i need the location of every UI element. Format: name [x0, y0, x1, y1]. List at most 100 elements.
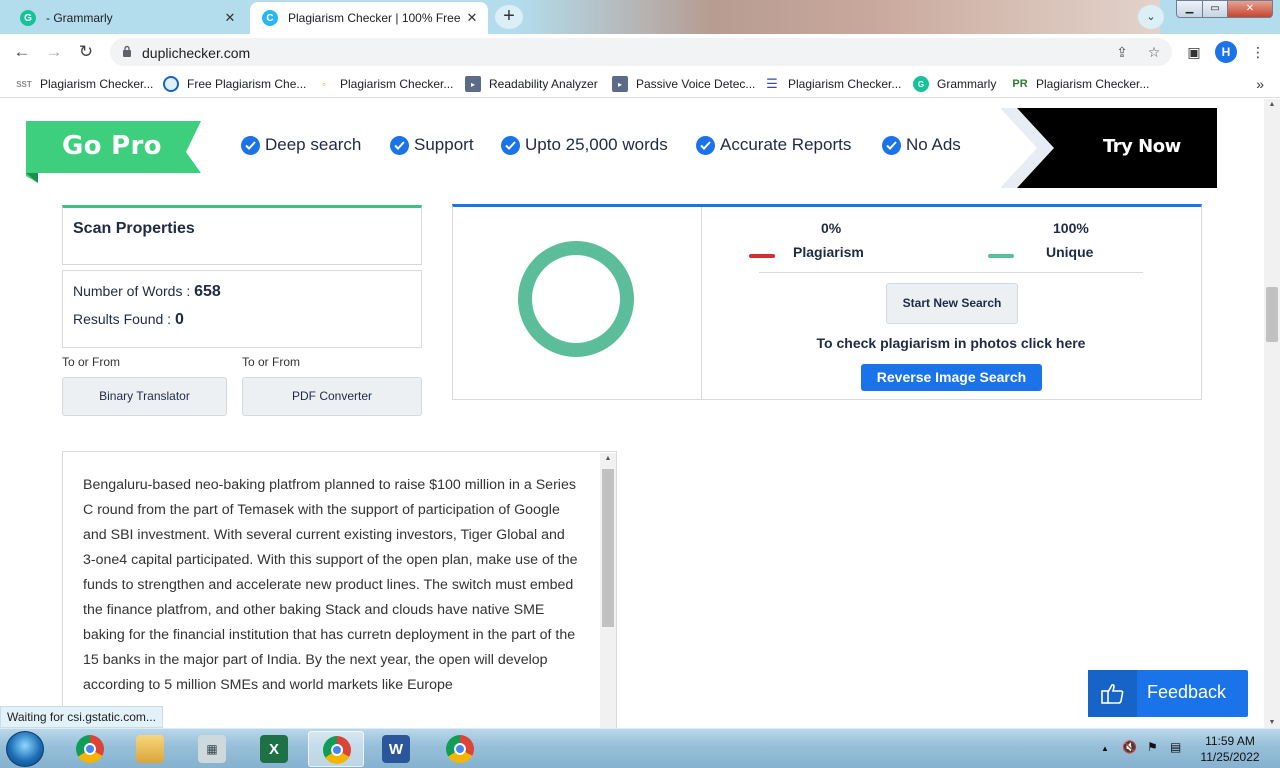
more-bookmarks-icon[interactable]: »: [1256, 76, 1264, 92]
scan-properties-panel: Scan Properties: [62, 205, 422, 265]
try-now-label[interactable]: Try Now: [1103, 136, 1181, 157]
feature-item: Deep search: [241, 135, 361, 155]
back-button[interactable]: ←: [10, 40, 34, 64]
bookmark-item[interactable]: PR Plagiarism Checker...: [1012, 76, 1149, 92]
taskbar-app[interactable]: [432, 731, 488, 767]
feature-label: Deep search: [265, 135, 362, 154]
content-text[interactable]: Bengaluru-based neo-baking platfrom plan…: [83, 473, 581, 698]
photos-hint-text: To check plagiarism in photos click here: [816, 335, 1086, 351]
taskbar-app[interactable]: [308, 731, 364, 767]
gopro-label[interactable]: Go Pro: [62, 131, 162, 161]
scroll-up-arrow[interactable]: ▲: [1264, 101, 1280, 108]
feedback-label: Feedback: [1147, 682, 1227, 702]
bookmark-label: Plagiarism Checker...: [40, 77, 154, 91]
plagiarism-legend-swatch: [749, 254, 775, 258]
clock-date: 11/25/2022: [1200, 750, 1260, 764]
to-or-from-label: To or From: [62, 355, 121, 369]
taskbar-app[interactable]: W: [368, 731, 424, 767]
tab-strip: G - Grammarly ✕ C Plagiarism Checker | 1…: [0, 0, 1280, 34]
menu-icon[interactable]: ⋮: [1246, 40, 1270, 64]
minimize-button[interactable]: ▁: [1176, 0, 1203, 18]
feedback-button[interactable]: Feedback: [1088, 670, 1248, 717]
bookmark-item[interactable]: ☰ Plagiarism Checker...: [764, 76, 901, 92]
clock-time: 11:59 AM: [1205, 734, 1255, 748]
tab-search-button[interactable]: ⌄: [1138, 5, 1164, 29]
action-center-flag-icon[interactable]: ⚑: [1147, 740, 1158, 754]
duplichecker-icon: C: [262, 10, 278, 26]
page-scrollbar[interactable]: ▲ ▼: [1264, 99, 1280, 728]
volume-muted-icon[interactable]: 🔇: [1122, 740, 1137, 754]
feature-item: Upto 25,000 words: [501, 135, 668, 155]
taskbar-app[interactable]: X: [246, 731, 302, 767]
text-scroll-thumb[interactable]: [602, 469, 614, 627]
address-bar[interactable]: duplichecker.com ⇪ ☆: [110, 38, 1172, 66]
pdf-converter-button[interactable]: PDF Converter: [242, 377, 422, 416]
taskbar-app[interactable]: [122, 731, 178, 767]
bookmark-item[interactable]: ▸ Readability Analyzer: [465, 76, 598, 92]
close-window-button[interactable]: ✕: [1227, 0, 1273, 18]
bookmark-item[interactable]: Free Plagiarism Che...: [163, 76, 306, 92]
status-bubble: Waiting for csi.gstatic.com...: [0, 706, 163, 728]
bookmark-label: Plagiarism Checker...: [340, 77, 454, 91]
bookmark-item[interactable]: ▸ Passive Voice Detec...: [612, 76, 755, 92]
side-panel-icon[interactable]: ▣: [1182, 40, 1206, 64]
check-icon: [241, 135, 260, 155]
feature-label: Upto 25,000 words: [525, 135, 668, 154]
scroll-up-arrow[interactable]: ▲: [600, 455, 616, 462]
bookmark-label: Grammarly: [937, 77, 997, 91]
share-icon[interactable]: ⇪: [1112, 42, 1132, 62]
scan-properties-title: Scan Properties: [73, 220, 195, 237]
page-content: Go Pro Deep search Support Upto 25,000 w…: [0, 99, 1264, 728]
check-icon: [390, 135, 409, 155]
close-icon[interactable]: ✕: [222, 10, 238, 26]
unique-percent: 100%: [1053, 220, 1089, 236]
word-count-value: 658: [194, 283, 221, 300]
close-icon[interactable]: ✕: [464, 10, 480, 26]
feature-label: Accurate Reports: [720, 135, 852, 154]
bookmark-star-icon[interactable]: ☆: [1144, 42, 1164, 62]
start-new-search-button[interactable]: Start New Search: [886, 283, 1018, 324]
profile-avatar[interactable]: H: [1215, 41, 1237, 63]
scan-stats: Number of Words : 658 Results Found : 0: [62, 270, 422, 348]
tray-expand-icon[interactable]: ▲: [1101, 744, 1109, 753]
forward-button[interactable]: →: [42, 40, 66, 64]
tab-grammarly[interactable]: G - Grammarly ✕: [8, 2, 246, 34]
system-clock[interactable]: 11:59 AM 11/25/2022: [1198, 733, 1262, 765]
tab-title: - Grammarly: [46, 11, 113, 25]
bookmark-label: Plagiarism Checker...: [1036, 77, 1150, 91]
taskbar-app[interactable]: [62, 731, 118, 767]
unique-legend-label: Unique: [1046, 244, 1094, 260]
feature-item: Support: [390, 135, 474, 155]
reload-button[interactable]: ↻: [74, 40, 98, 64]
bookmark-item[interactable]: ◦ Plagiarism Checker...: [316, 76, 454, 92]
lock-icon: [123, 45, 131, 57]
bookmark-label: Readability Analyzer: [489, 77, 598, 91]
bookmark-item[interactable]: SST Plagiarism Checker...: [16, 76, 153, 92]
text-scrollbar[interactable]: ▲: [600, 453, 616, 728]
donut-unique-ring: [518, 241, 634, 357]
scroll-down-arrow[interactable]: ▼: [1264, 719, 1280, 726]
grammarly-icon: G: [913, 76, 929, 92]
feature-label: No Ads: [906, 135, 961, 154]
maximize-button[interactable]: ▭: [1202, 0, 1228, 18]
content-text-area[interactable]: Bengaluru-based neo-baking platfrom plan…: [62, 451, 617, 728]
passive-voice-icon: ▸: [612, 76, 628, 92]
explorer-icon: [136, 735, 164, 763]
check-icon: [882, 135, 901, 155]
to-or-from-label: To or From: [242, 355, 301, 369]
reverse-image-search-button[interactable]: Reverse Image Search: [861, 364, 1042, 391]
start-button[interactable]: [6, 731, 44, 767]
results-panel: 0% 100% Plagiarism Unique Start New Sear…: [452, 204, 1202, 400]
bookmark-label: Passive Voice Detec...: [636, 77, 756, 91]
tab-duplichecker[interactable]: C Plagiarism Checker | 100% Free a ✕: [250, 2, 488, 34]
binary-translator-button[interactable]: Binary Translator: [62, 377, 227, 416]
pr-icon: PR: [1012, 78, 1028, 90]
bookmark-label: Free Plagiarism Che...: [187, 77, 307, 91]
bookmark-item[interactable]: G Grammarly: [913, 76, 996, 92]
grammarly-icon: G: [20, 10, 36, 26]
plagiarism-donut-chart: [518, 241, 634, 357]
page-scroll-thumb[interactable]: [1266, 287, 1278, 342]
network-icon[interactable]: ▤: [1170, 740, 1181, 754]
taskbar-app[interactable]: ▦: [184, 731, 240, 767]
new-tab-button[interactable]: +: [495, 5, 523, 29]
